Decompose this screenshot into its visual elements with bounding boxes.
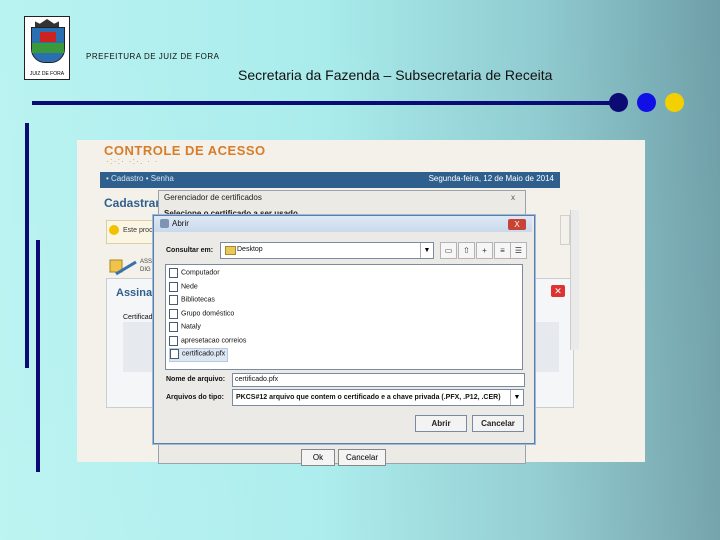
file-name: certificado.pfx: [182, 350, 226, 358]
cancel-button[interactable]: Cancelar: [338, 449, 386, 466]
crown-icon: [35, 19, 59, 27]
app-tagline: ·:·:· ·:·. · ·: [106, 156, 159, 166]
dialog-cancel-button[interactable]: Cancelar: [472, 415, 524, 432]
side-text-line: ASS: [140, 259, 153, 265]
chevron-down-icon[interactable]: ▼: [420, 243, 433, 258]
nav-links[interactable]: • Cadastro • Senha: [106, 174, 174, 183]
folder-icon[interactable]: ▭: [440, 242, 457, 259]
dialog-titlebar[interactable]: [154, 216, 532, 232]
look-in-value: Desktop: [237, 246, 263, 253]
file-name: Nataly: [181, 323, 201, 331]
list-item[interactable]: Grupo doméstico: [169, 309, 234, 321]
certificate-manager-title: Gerenciador de certificados: [164, 193, 262, 202]
java-icon: [160, 219, 169, 228]
list-item[interactable]: Nataly: [169, 322, 201, 334]
file-name: Grupo doméstico: [181, 310, 235, 318]
shield-icon: [31, 27, 65, 63]
details-view-icon[interactable]: ☰: [510, 242, 527, 259]
file-icon: [170, 349, 179, 359]
folder-icon: [225, 246, 236, 255]
file-name: Nede: [181, 283, 198, 291]
list-item[interactable]: Nede: [169, 282, 198, 294]
nav-date: Segunda-feira, 12 de Maio de 2014: [428, 174, 554, 183]
folder-icon: [169, 309, 178, 319]
list-item[interactable]: Bibliotecas: [169, 295, 215, 307]
file-name: Bibliotecas: [181, 296, 215, 304]
look-in-label: Consultar em:: [166, 247, 214, 254]
app-navbar: • Cadastro • Senha Segunda-feira, 12 de …: [100, 172, 560, 188]
close-icon[interactable]: ✕: [551, 285, 565, 297]
list-view-icon[interactable]: ≡: [494, 242, 511, 259]
left-bar-lower: [36, 240, 40, 472]
slide-subtitle: Secretaria da Fazenda – Subsecretaria de…: [238, 67, 553, 83]
folder-icon: [169, 322, 178, 332]
left-bar-upper: [25, 123, 29, 368]
org-name: PREFEITURA DE JUIZ DE FORA: [86, 52, 220, 61]
chevron-down-icon[interactable]: ▼: [510, 390, 523, 405]
list-item[interactable]: apresetacao correios: [169, 336, 246, 348]
file-type-label: Arquivos do tipo:: [166, 394, 224, 401]
file-name-label: Nome de arquivo:: [166, 376, 226, 383]
page-heading: Cadastrar: [104, 196, 161, 210]
look-in-select[interactable]: Desktop ▼: [220, 242, 434, 259]
file-name: Computador: [181, 269, 220, 277]
city-crest-logo: JUIZ DE FORA: [24, 16, 70, 80]
crest-motto: JUIZ DE FORA: [29, 71, 65, 77]
header-divider: [32, 101, 614, 105]
signature-cert-label: Certificad: [123, 314, 153, 321]
folder-icon: [169, 336, 178, 346]
notice-text: Este proc: [123, 227, 153, 234]
up-folder-icon[interactable]: ⇧: [458, 242, 475, 259]
file-name-field[interactable]: certificado.pfx: [232, 373, 525, 387]
ok-button[interactable]: Ok: [301, 449, 335, 466]
dialog-close-button[interactable]: X: [508, 219, 526, 230]
file-type-select[interactable]: PKCS#12 arquivo que contem o certificado…: [232, 389, 524, 406]
dot-blue: [637, 93, 656, 112]
dot-dark-blue: [609, 93, 628, 112]
side-text: ASS DIG: [140, 258, 152, 274]
side-text-line: DIG: [140, 267, 151, 273]
warning-icon: [109, 225, 119, 235]
folder-icon: [169, 295, 178, 305]
dot-yellow: [665, 93, 684, 112]
pen-icon: [109, 259, 137, 276]
folder-icon: [169, 282, 178, 292]
file-name: apresetacao correios: [181, 337, 247, 345]
new-folder-icon[interactable]: +: [476, 242, 493, 259]
side-box: [560, 215, 570, 245]
open-button[interactable]: Abrir: [415, 415, 467, 432]
dialog-title: Abrir: [172, 219, 189, 228]
scrollbar[interactable]: [570, 210, 579, 350]
file-type-value: PKCS#12 arquivo que contem o certificado…: [236, 394, 501, 401]
list-item-selected[interactable]: certificado.pfx: [169, 348, 229, 362]
computer-icon: [169, 268, 178, 278]
certificate-manager-close-button[interactable]: x: [511, 193, 521, 203]
list-item[interactable]: Computador: [169, 268, 220, 280]
